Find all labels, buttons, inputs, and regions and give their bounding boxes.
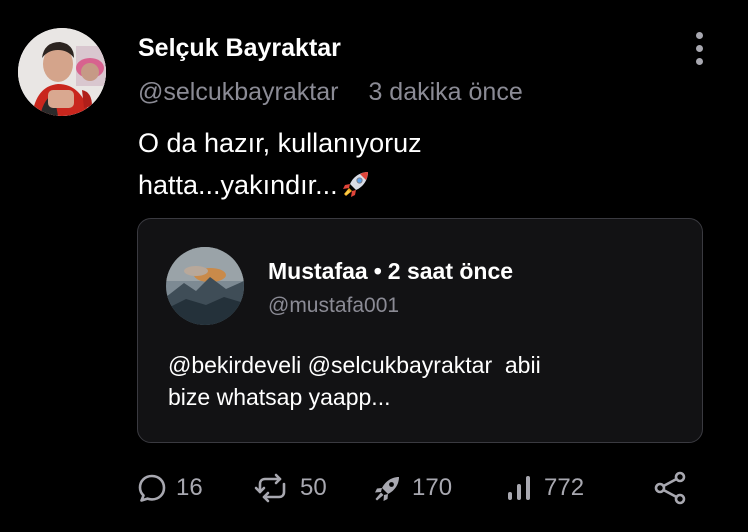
rocket-icon xyxy=(375,477,399,501)
more-vertical-icon xyxy=(696,32,703,39)
quoted-text-line: bize whatsap yaapp... xyxy=(168,384,391,410)
quoted-text-line: @bekirdeveli @selcukbayraktar abii xyxy=(168,352,541,378)
quoted-header: Mustafaa • 2 saat önce xyxy=(268,255,513,287)
share-button[interactable] xyxy=(652,466,688,510)
post-text-line: hatta...yakındır... xyxy=(138,164,698,206)
reply-button[interactable]: 16 xyxy=(136,466,203,510)
post-container: Selçuk Bayraktar @selcukbayraktar 3 dakik… xyxy=(0,0,748,532)
more-options-button[interactable] xyxy=(686,28,714,68)
author-handle[interactable]: @selcukbayraktar xyxy=(138,78,338,106)
author-name[interactable]: Selçuk Bayraktar xyxy=(138,30,341,66)
landscape-photo-icon xyxy=(166,247,244,325)
post-timestamp: 3 dakika önce xyxy=(368,78,523,106)
quoted-author-handle[interactable]: @mustafa001 xyxy=(268,291,399,321)
action-bar: 16 50 170 772 xyxy=(136,466,696,510)
quoted-text: @bekirdeveli @selcukbayraktar abii bize … xyxy=(168,349,678,413)
profile-photo-icon xyxy=(18,28,106,116)
share-icon xyxy=(654,471,686,505)
quoted-post-card[interactable]: Mustafaa • 2 saat önce @mustafa001 @bekird… xyxy=(137,218,703,443)
quoted-author-name[interactable]: Mustafaa xyxy=(268,258,368,284)
repost-icon xyxy=(254,473,286,503)
author-avatar[interactable] xyxy=(18,28,106,116)
views-count: 772 xyxy=(544,474,585,501)
repost-count: 50 xyxy=(300,474,327,501)
views-bar-chart-icon xyxy=(508,476,530,500)
boost-count: 170 xyxy=(412,474,453,501)
views-button[interactable]: 772 xyxy=(504,466,584,510)
reply-bubble-icon xyxy=(138,474,166,502)
repost-button[interactable]: 50 xyxy=(252,466,327,510)
quoted-timestamp: 2 saat önce xyxy=(387,258,514,284)
quoted-author-avatar[interactable] xyxy=(166,247,244,325)
post-meta: @selcukbayraktar 3 dakika önce xyxy=(138,74,523,110)
post-text-fragment: hatta...yakındır... xyxy=(138,170,338,200)
separator-dot: • xyxy=(373,258,382,284)
rocket-emoji-icon xyxy=(342,172,368,197)
post-text-line: O da hazır, kullanıyoruz xyxy=(138,128,422,158)
reply-count: 16 xyxy=(176,474,203,501)
boost-button[interactable]: 170 xyxy=(372,466,452,510)
post-text: O da hazır, kullanıyoruz hatta...yakındı… xyxy=(138,122,698,206)
